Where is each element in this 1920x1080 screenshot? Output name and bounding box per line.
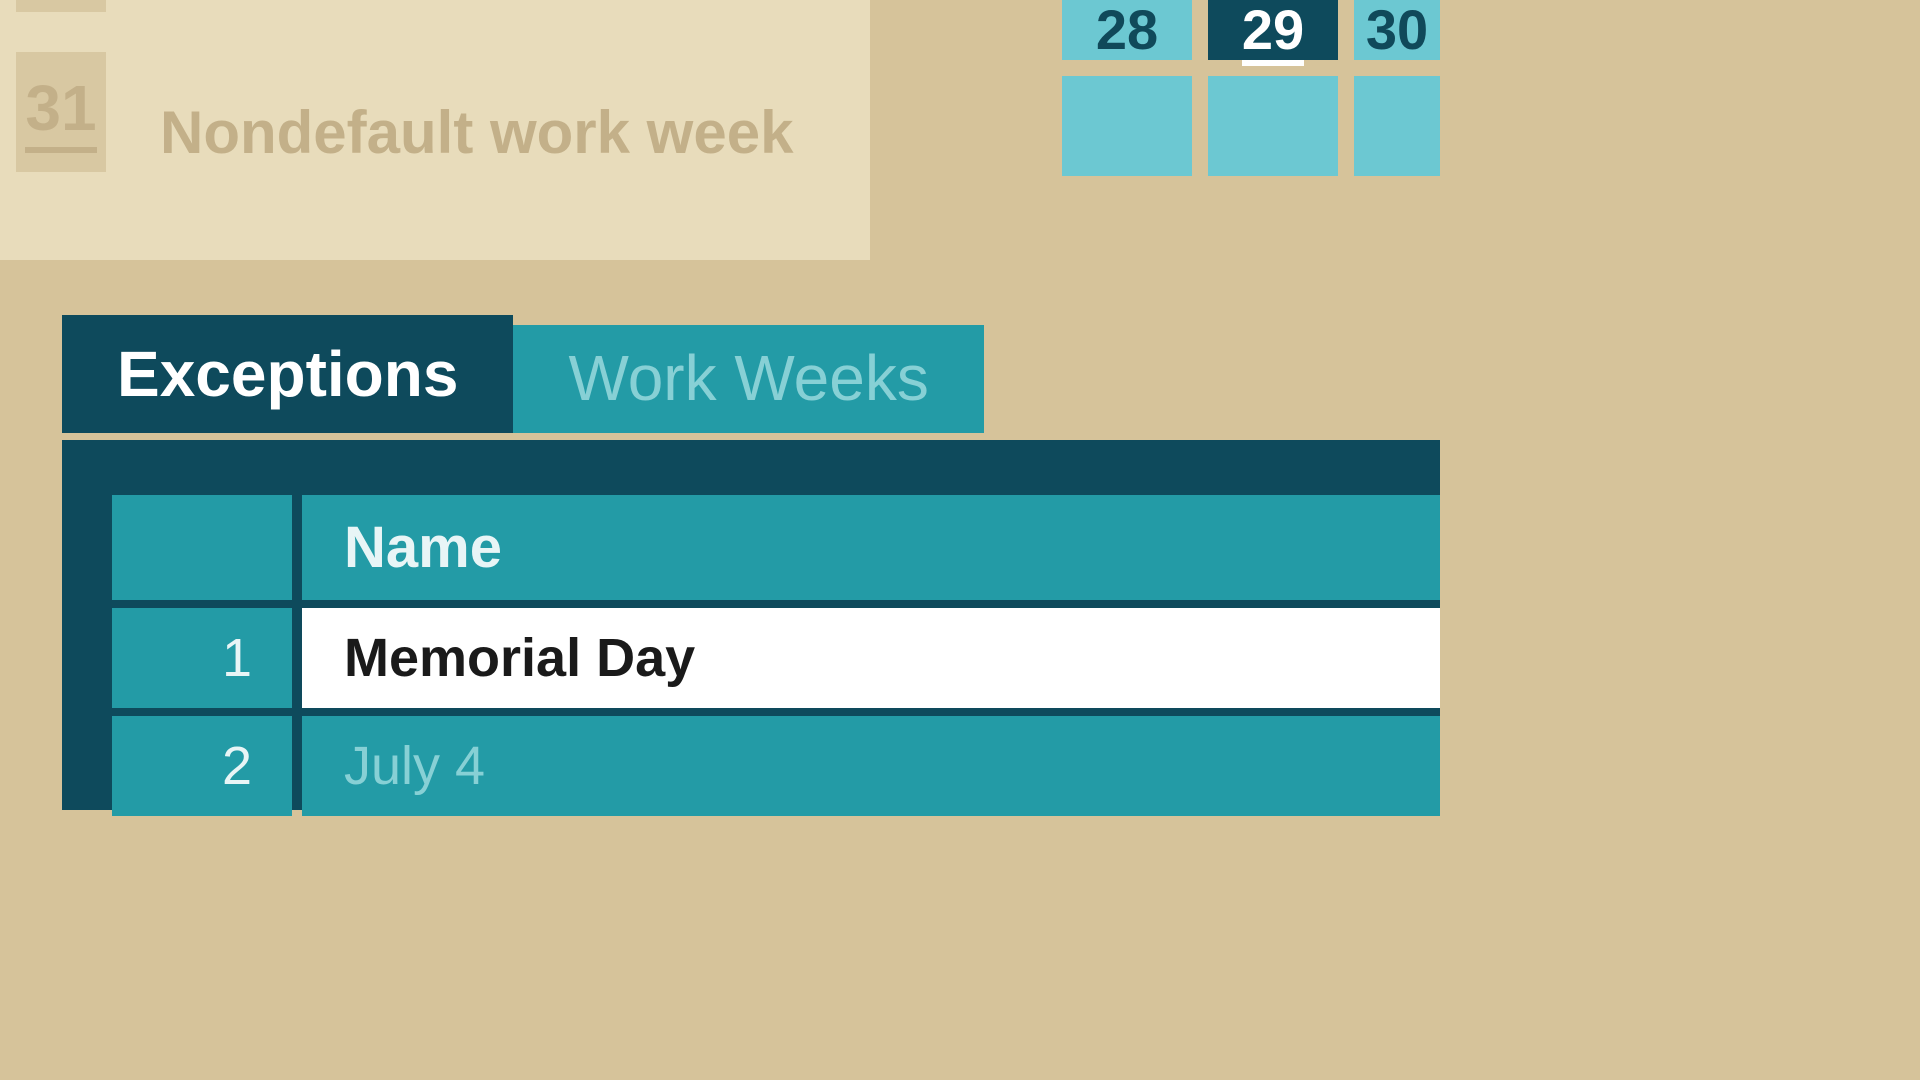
calendar-day-28[interactable]: 28 <box>1062 0 1192 60</box>
calendar-day-label: 28 <box>1096 0 1158 60</box>
table-row-number[interactable]: 2 <box>112 716 292 816</box>
table-header-name: Name <box>302 495 1440 600</box>
tab-exceptions[interactable]: Exceptions <box>62 315 513 433</box>
calendar-day-label: 29 <box>1242 0 1304 66</box>
exceptions-panel: Name 1 Memorial Day 2 July 4 <box>62 440 1440 810</box>
tab-work-weeks[interactable]: Work Weeks <box>513 325 983 433</box>
table-row-number[interactable]: 1 <box>112 608 292 708</box>
exceptions-table: Name 1 Memorial Day 2 July 4 <box>112 495 1440 816</box>
tab-bar: Exceptions Work Weeks <box>62 315 984 433</box>
calendar-row <box>1062 76 1440 176</box>
table-header-number <box>112 495 292 600</box>
calendar-day-empty[interactable] <box>1208 76 1338 176</box>
calendar-day-29-selected[interactable]: 29 <box>1208 0 1338 60</box>
calendar-day-empty[interactable] <box>1354 76 1440 176</box>
calendar-day-empty[interactable] <box>1062 76 1192 176</box>
faded-cell-fragment <box>16 0 106 12</box>
calendar-day-label: 30 <box>1366 0 1428 60</box>
calendar-row: 28 29 30 <box>1062 0 1440 60</box>
calendar-day-31: 31 <box>16 52 106 172</box>
table-row-name[interactable]: July 4 <box>302 716 1440 816</box>
calendar-day-label: 31 <box>25 71 96 153</box>
calendar-grid: 28 29 30 <box>1062 0 1440 176</box>
table-row-name[interactable]: Memorial Day <box>302 608 1440 708</box>
legend-nondefault-week: Nondefault work week <box>160 98 793 167</box>
faded-panel: 31 Nondefault work week <box>0 0 870 260</box>
calendar-day-30[interactable]: 30 <box>1354 0 1440 60</box>
